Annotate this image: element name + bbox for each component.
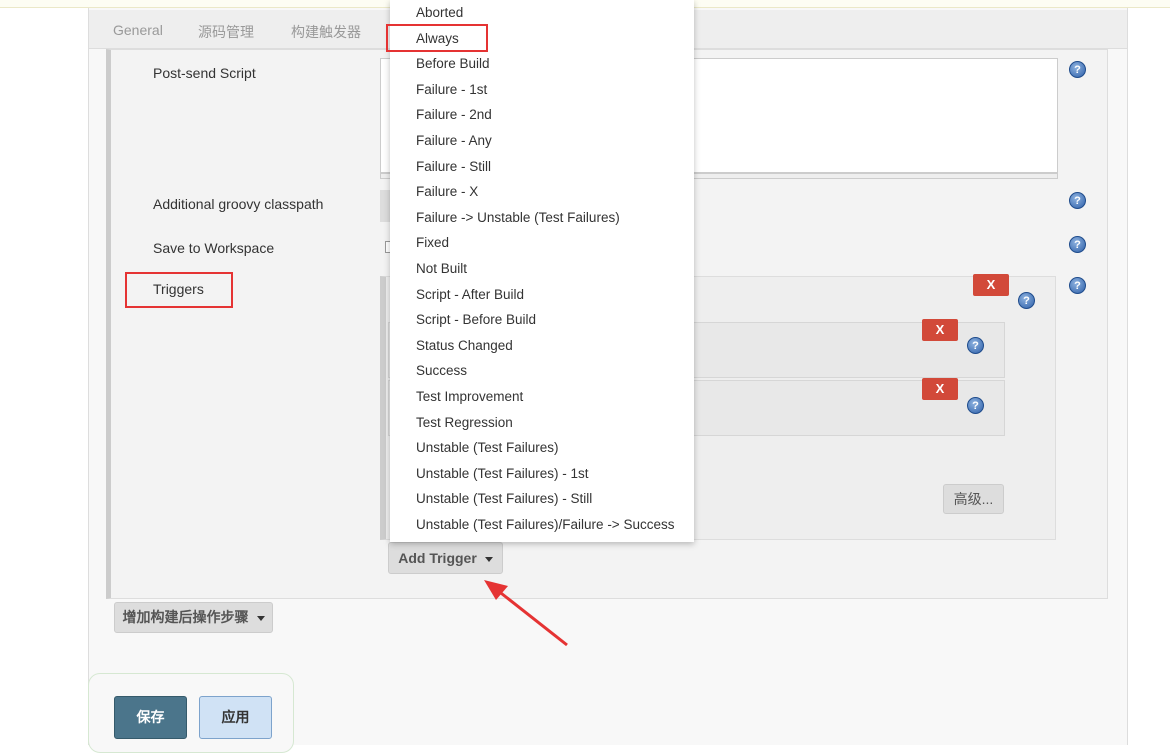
dropdown-item[interactable]: Script - Before Build xyxy=(416,312,536,327)
add-post-build-step-button[interactable]: 增加构建后操作步骤 xyxy=(114,602,273,633)
dropdown-item[interactable]: Test Improvement xyxy=(416,389,523,404)
save-button[interactable]: 保存 xyxy=(114,696,187,739)
dropdown-item[interactable]: Unstable (Test Failures) - 1st xyxy=(416,466,589,481)
dropdown-item[interactable]: Failure - Still xyxy=(416,159,491,174)
groovy-classpath-label: Additional groovy classpath xyxy=(153,196,324,212)
dropdown-item[interactable]: Failure - Any xyxy=(416,133,492,148)
apply-button[interactable]: 应用 xyxy=(199,696,272,739)
dropdown-item[interactable]: Failure -> Unstable (Test Failures) xyxy=(416,210,620,225)
dropdown-item[interactable]: Aborted xyxy=(416,5,463,20)
trigger-dropdown-menu: Aborted Always Before Build Failure - 1st Fa… xyxy=(390,0,694,542)
remove-trigger-button[interactable]: X xyxy=(922,319,958,341)
help-icon[interactable]: ? xyxy=(1069,192,1086,209)
dropdown-item[interactable]: Test Regression xyxy=(416,415,513,430)
tab-scm[interactable]: 源码管理 xyxy=(198,22,254,42)
dropdown-item[interactable]: Script - After Build xyxy=(416,287,524,302)
dropdown-item[interactable]: Success xyxy=(416,363,467,378)
dropdown-item[interactable]: Unstable (Test Failures) - Still xyxy=(416,491,592,506)
caret-down-icon xyxy=(256,615,265,621)
dropdown-item[interactable]: Not Built xyxy=(416,261,467,276)
post-send-script-label: Post-send Script xyxy=(153,65,256,81)
tab-general[interactable]: General xyxy=(113,22,163,38)
dropdown-item[interactable]: Before Build xyxy=(416,56,490,71)
dropdown-item[interactable]: Unstable (Test Failures) xyxy=(416,440,559,455)
dropdown-item[interactable]: Failure - 1st xyxy=(416,82,487,97)
add-post-build-label: 增加构建后操作步骤 xyxy=(122,609,249,625)
remove-triggers-button[interactable]: X xyxy=(973,274,1009,296)
tab-build-triggers[interactable]: 构建触发器 xyxy=(291,22,361,42)
remove-trigger-button[interactable]: X xyxy=(922,378,958,400)
add-trigger-label: Add Trigger xyxy=(398,550,477,566)
help-icon[interactable]: ? xyxy=(1018,292,1035,309)
dropdown-item[interactable]: Fixed xyxy=(416,235,449,250)
save-to-workspace-label: Save to Workspace xyxy=(153,240,275,256)
annotation-box-always xyxy=(386,24,488,52)
caret-down-icon xyxy=(484,556,493,562)
advanced-button[interactable]: 高级... xyxy=(943,484,1004,514)
help-icon[interactable]: ? xyxy=(967,397,984,414)
dropdown-item[interactable]: Failure - 2nd xyxy=(416,107,492,122)
help-icon[interactable]: ? xyxy=(1069,277,1086,294)
dropdown-item[interactable]: Unstable (Test Failures)/Failure -> Succ… xyxy=(416,517,674,532)
dropdown-item[interactable]: Failure - X xyxy=(416,184,478,199)
help-icon[interactable]: ? xyxy=(1069,61,1086,78)
help-icon[interactable]: ? xyxy=(1069,236,1086,253)
annotation-box-triggers xyxy=(125,272,233,308)
dropdown-item[interactable]: Status Changed xyxy=(416,338,513,353)
annotation-arrow xyxy=(484,580,568,647)
help-icon[interactable]: ? xyxy=(967,337,984,354)
